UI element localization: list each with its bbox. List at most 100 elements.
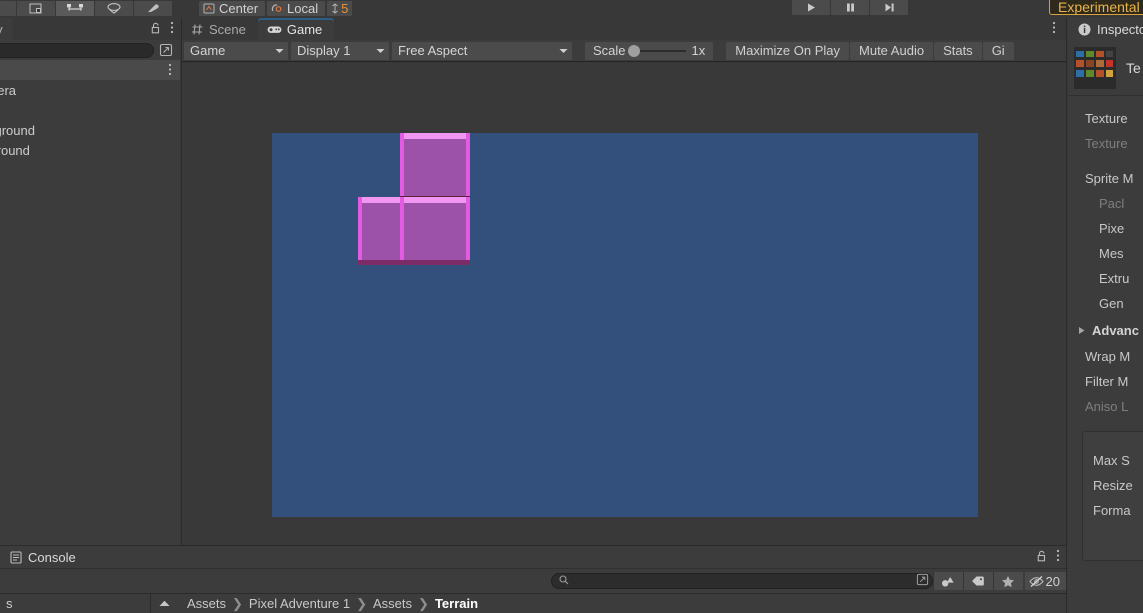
search-options-icon[interactable] xyxy=(916,573,929,589)
game-view-menu-kebab-icon[interactable] xyxy=(1052,21,1056,37)
sprite-mode-row[interactable]: Sprite M xyxy=(1068,166,1143,191)
move-tool-button[interactable] xyxy=(17,0,55,16)
panel-divider-console[interactable] xyxy=(0,545,1066,546)
project-search-input[interactable] xyxy=(550,573,933,589)
unity-editor-window: Center Local 5 Experimental era round ou… xyxy=(0,0,1143,613)
console-panel: Console 20 xyxy=(0,546,1068,593)
game-canvas[interactable] xyxy=(272,133,978,517)
hierarchy-item-map[interactable]: map xyxy=(0,160,180,180)
aspect-ratio-dropdown[interactable]: Free Aspect xyxy=(392,41,572,60)
hierarchy-search-options-icon[interactable] xyxy=(156,42,176,58)
hierarchy-item-background[interactable]: background xyxy=(0,120,180,140)
scale-label: Scale xyxy=(593,43,626,58)
experimental-badge[interactable]: Experimental xyxy=(1049,0,1143,15)
project-browser-strip: s Assets ❯ Pixel Adventure 1 ❯ Assets ❯ … xyxy=(0,594,1068,613)
breadcrumb-item-pixel-adventure-1[interactable]: Pixel Adventure 1 xyxy=(249,596,350,611)
hierarchy-scene-row[interactable]: Untitled* xyxy=(0,60,180,80)
wrap-mode-row[interactable]: Wrap M xyxy=(1068,344,1143,369)
texture-shape-row[interactable]: Texture xyxy=(1068,131,1143,156)
maximize-on-play-toggle[interactable]: Maximize On Play xyxy=(726,41,850,60)
tab-scene[interactable]: Scene xyxy=(182,18,258,40)
scale-slider[interactable] xyxy=(627,44,686,57)
project-search-toolbar: 20 xyxy=(0,568,1068,593)
handle-space-dropdown[interactable]: Local xyxy=(267,0,326,16)
tab-inspector[interactable]: Inspector xyxy=(1068,18,1143,40)
project-tree-label: s xyxy=(6,596,13,611)
generate-physics-shape-row[interactable]: Gen xyxy=(1068,291,1143,316)
play-button[interactable] xyxy=(792,0,830,15)
step-button[interactable] xyxy=(870,0,908,15)
breadcrumb-item-assets-2[interactable]: Assets xyxy=(373,596,412,611)
info-icon xyxy=(1078,23,1091,35)
resize-algorithm-row[interactable]: Resize xyxy=(1083,473,1143,498)
pixels-per-unit-row[interactable]: Pixe xyxy=(1068,216,1143,241)
scale-slider-control[interactable]: Scale 1x xyxy=(585,41,714,60)
mesh-type-row[interactable]: Mes xyxy=(1068,241,1143,266)
aspect-ratio-label: Free Aspect xyxy=(398,43,468,58)
tab-game[interactable]: Game xyxy=(257,18,335,40)
chevron-down-icon xyxy=(275,48,284,53)
grid-snap-control[interactable]: 5 xyxy=(327,0,353,16)
tab-scene-label: Scene xyxy=(209,21,246,37)
stats-toggle[interactable]: Stats xyxy=(934,41,982,60)
scroll-up-arrow-icon[interactable] xyxy=(151,594,177,613)
project-tree-column[interactable]: s xyxy=(0,594,150,613)
view-mode-label: Game xyxy=(190,43,226,58)
scene-menu-kebab-icon[interactable] xyxy=(168,63,172,79)
console-tab-icons xyxy=(1037,546,1060,568)
panel-divider-project[interactable] xyxy=(0,593,1066,594)
pause-button[interactable] xyxy=(831,0,869,15)
gizmos-dropdown[interactable]: Gi xyxy=(982,41,1014,60)
rotate-tool-button[interactable] xyxy=(95,0,133,16)
hand-tool-button[interactable] xyxy=(0,0,16,16)
display-dropdown[interactable]: Display 1 xyxy=(291,41,389,60)
tab-hierarchy[interactable]: Hierarchy xyxy=(0,18,13,40)
breadcrumb: Assets ❯ Pixel Adventure 1 ❯ Assets ❯ Te… xyxy=(177,594,1068,613)
console-tabbar: Console xyxy=(0,546,1068,568)
tab-hierarchy-label: Hierarchy xyxy=(0,22,3,37)
transform-tools-group xyxy=(0,0,173,16)
chevron-right-icon xyxy=(1079,326,1085,334)
favorite-star-icon[interactable] xyxy=(992,572,1023,590)
custom-tool-button[interactable] xyxy=(134,0,172,16)
texture-type-row[interactable]: Texture xyxy=(1068,106,1143,131)
inspector-tabbar: Inspector xyxy=(1068,18,1143,40)
hierarchy-item-label: background xyxy=(0,122,35,138)
search-icon xyxy=(558,574,569,588)
breadcrumb-separator: ❯ xyxy=(232,595,243,611)
hierarchy-menu-kebab-icon[interactable] xyxy=(170,21,174,37)
scale-slider-knob[interactable] xyxy=(627,44,640,57)
panel-divider-right[interactable] xyxy=(1066,18,1067,613)
breadcrumb-item-assets[interactable]: Assets xyxy=(187,596,226,611)
extrude-edges-row[interactable]: Extru xyxy=(1068,266,1143,291)
panel-divider-left[interactable] xyxy=(181,18,182,546)
hierarchy-item-label: Main Camera xyxy=(0,82,17,98)
pivot-mode-dropdown[interactable]: Center xyxy=(199,0,266,16)
advanced-foldout[interactable]: Advanc xyxy=(1068,316,1143,344)
hierarchy-search-row xyxy=(0,40,180,60)
lock-icon[interactable] xyxy=(1037,550,1047,565)
aniso-level-row[interactable]: Aniso L xyxy=(1068,394,1143,419)
console-menu-kebab-icon[interactable] xyxy=(1056,549,1060,565)
mute-audio-toggle[interactable]: Mute Audio xyxy=(850,41,934,60)
label-filter-icon[interactable] xyxy=(962,572,993,590)
object-type-filter-icon[interactable] xyxy=(932,572,963,590)
pivot-mode-label: Center xyxy=(219,0,259,16)
hierarchy-item-main-camera[interactable]: Main Camera xyxy=(0,80,180,100)
tab-console[interactable]: Console xyxy=(0,546,86,568)
view-mode-dropdown[interactable]: Game xyxy=(184,41,288,60)
thumbnail-size-slider[interactable]: 20 xyxy=(1024,572,1066,590)
filter-mode-row[interactable]: Filter M xyxy=(1068,369,1143,394)
tile-block xyxy=(400,133,470,201)
hierarchy-search-input[interactable] xyxy=(0,42,154,58)
tile-block xyxy=(400,197,470,265)
hierarchy-item-grid[interactable]: Grid xyxy=(0,100,180,120)
max-size-row[interactable]: Max S xyxy=(1083,448,1143,473)
scale-tool-button[interactable] xyxy=(56,0,94,16)
hierarchy-item-foreground[interactable]: foreground xyxy=(0,140,180,160)
platform-settings-box: Max S Resize Forma xyxy=(1082,431,1143,561)
format-row[interactable]: Forma xyxy=(1083,498,1143,523)
breadcrumb-item-terrain[interactable]: Terrain xyxy=(435,596,478,611)
packing-tag-row[interactable]: Pacl xyxy=(1068,191,1143,216)
lock-icon[interactable] xyxy=(151,22,161,37)
